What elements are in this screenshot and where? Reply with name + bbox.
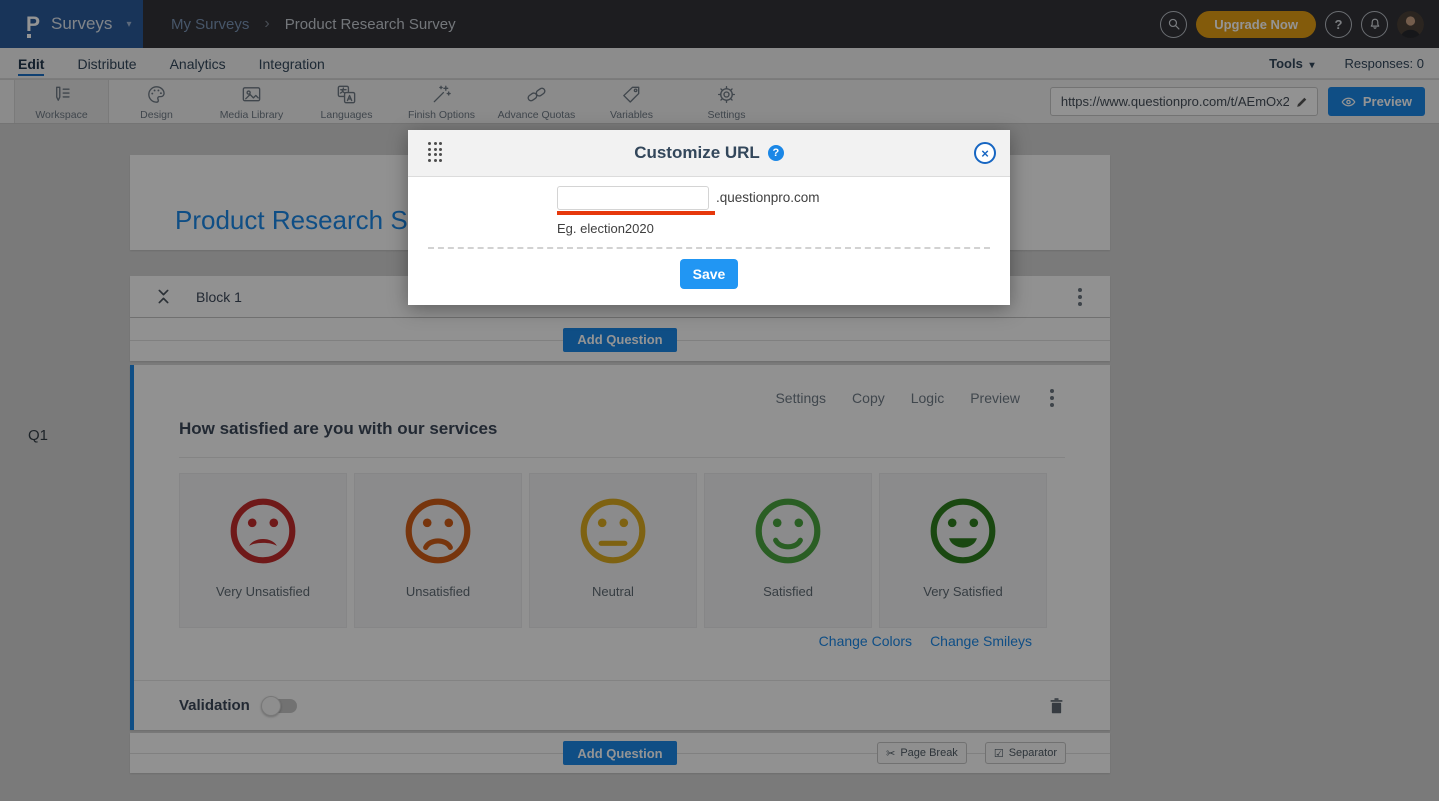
customize-url-modal: Customize URL ? × .questionpro.com Eg. e…: [408, 130, 1010, 305]
required-field-underline: [557, 211, 715, 215]
modal-backdrop: [0, 0, 1439, 801]
questionpro-survey-editor: P Surveys ▾ My Surveys › Product Researc…: [0, 0, 1439, 801]
domain-suffix-label: .questionpro.com: [716, 190, 820, 205]
modal-help-icon[interactable]: ?: [768, 145, 784, 161]
modal-close-button[interactable]: ×: [974, 142, 996, 164]
modal-separator: [428, 247, 990, 249]
modal-title: Customize URL ?: [634, 143, 784, 163]
save-button[interactable]: Save: [680, 259, 738, 289]
modal-header: Customize URL ? ×: [408, 130, 1010, 177]
custom-url-input[interactable]: [557, 186, 709, 210]
modal-body: .questionpro.com Eg. election2020 Save: [408, 177, 1010, 305]
example-hint: Eg. election2020: [557, 221, 654, 236]
drag-handle-icon[interactable]: [428, 142, 442, 162]
